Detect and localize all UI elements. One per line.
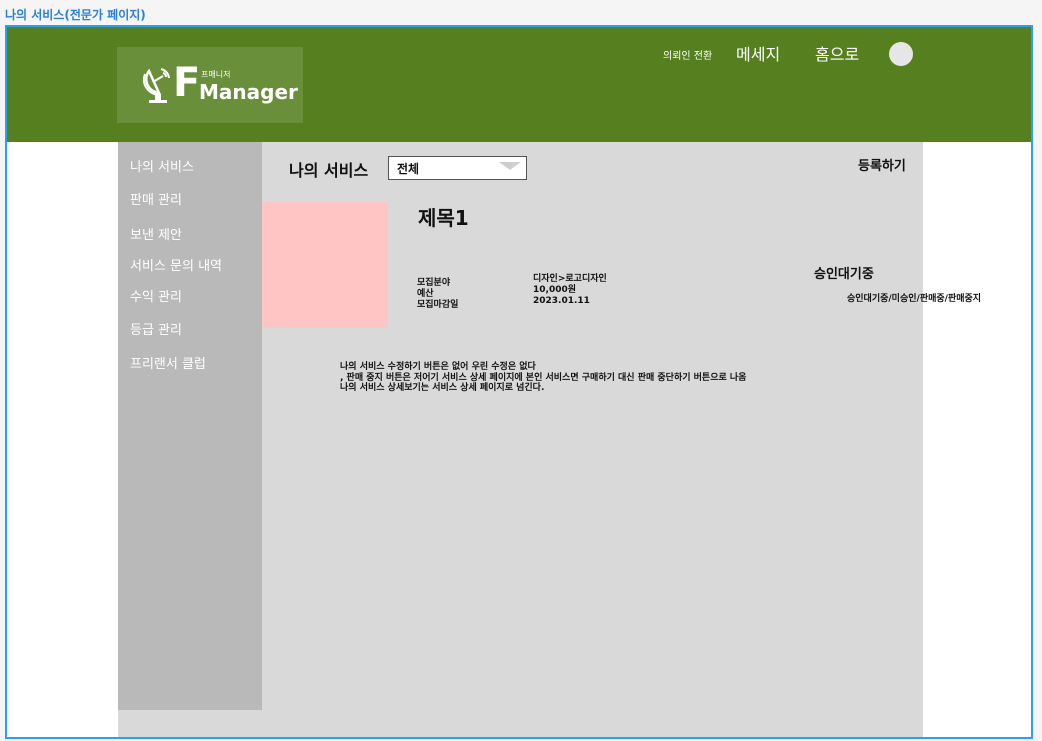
field-value-category: 디자인>로고디자인 bbox=[533, 274, 607, 284]
status-filter-select[interactable]: 전체 bbox=[388, 156, 527, 180]
avatar[interactable] bbox=[889, 42, 913, 66]
logo[interactable]: F 프매니저 Manager bbox=[117, 47, 303, 123]
page-frame: F 프매니저 Manager 의뢰인 전환 메세지 홈으로 나의 서비스 판매 … bbox=[5, 25, 1033, 739]
sidebar-item-revenue[interactable]: 수익 관리 bbox=[130, 286, 182, 305]
satellite-dish-icon bbox=[143, 68, 170, 103]
logo-brand-text: Manager bbox=[199, 80, 298, 104]
sidebar-item-sales[interactable]: 판매 관리 bbox=[130, 189, 182, 208]
register-button[interactable]: 등록하기 bbox=[858, 155, 906, 174]
sidebar-item-grade[interactable]: 등급 관리 bbox=[130, 319, 182, 338]
annotation-notes: 나의 서비스 수정하기 버튼은 없어 우린 수정은 없다 , 판매 중지 버튼은… bbox=[340, 362, 746, 394]
logo-initial: F bbox=[173, 60, 201, 106]
filter-selected-value: 전체 bbox=[397, 162, 420, 176]
service-title[interactable]: 제목1 bbox=[418, 202, 469, 231]
frame-label: 나의 서비스(전문가 페이지) bbox=[5, 8, 146, 22]
sidebar-item-sent-offers[interactable]: 보낸 제안 bbox=[130, 224, 182, 243]
header-bar: F 프매니저 Manager 의뢰인 전환 메세지 홈으로 bbox=[7, 27, 1031, 142]
sidebar-item-inquiries[interactable]: 서비스 문의 내역 bbox=[130, 255, 222, 274]
note-line: 나의 서비스 수정하기 버튼은 없어 우린 수정은 없다 bbox=[340, 362, 536, 372]
messages-link[interactable]: 메세지 bbox=[736, 41, 780, 65]
sidebar-item-freelancer-club[interactable]: 프리랜서 클럽 bbox=[130, 353, 206, 372]
service-thumbnail[interactable] bbox=[262, 202, 388, 328]
sidebar-item-my-services[interactable]: 나의 서비스 bbox=[130, 156, 194, 175]
home-link[interactable]: 홈으로 bbox=[815, 41, 859, 65]
status-badge: 승인대기중 bbox=[814, 267, 874, 282]
note-line: 나의 서비스 상세보기는 서비스 상세 페이지로 넘긴다. bbox=[340, 383, 545, 393]
field-label-deadline: 모집마감일 bbox=[417, 300, 459, 310]
field-value-deadline: 2023.01.11 bbox=[533, 296, 590, 306]
logo-korean-text: 프매니저 bbox=[201, 70, 231, 79]
field-label-budget: 예산 bbox=[417, 289, 434, 299]
service-field-labels: 모집분야 예산 모집마감일 bbox=[417, 278, 458, 311]
field-label-category: 모집분야 bbox=[417, 278, 451, 288]
service-field-values: 디자인>로고디자인 10,000원 2023.01.11 bbox=[533, 274, 607, 307]
switch-to-client-link[interactable]: 의뢰인 전환 bbox=[663, 47, 712, 62]
note-line: , 판매 중지 버튼은 저어기 서비스 상세 페이지에 본인 서비스면 구매하기… bbox=[340, 372, 747, 383]
status-options-note: 승인대기중/미승인/판매중/판매중지 bbox=[847, 294, 982, 304]
field-value-budget: 10,000원 bbox=[533, 285, 577, 295]
sidebar: 나의 서비스 판매 관리 보낸 제안 서비스 문의 내역 수익 관리 등급 관리… bbox=[118, 142, 262, 710]
chevron-down-icon bbox=[499, 162, 521, 170]
page-title: 나의 서비스 bbox=[289, 161, 369, 180]
